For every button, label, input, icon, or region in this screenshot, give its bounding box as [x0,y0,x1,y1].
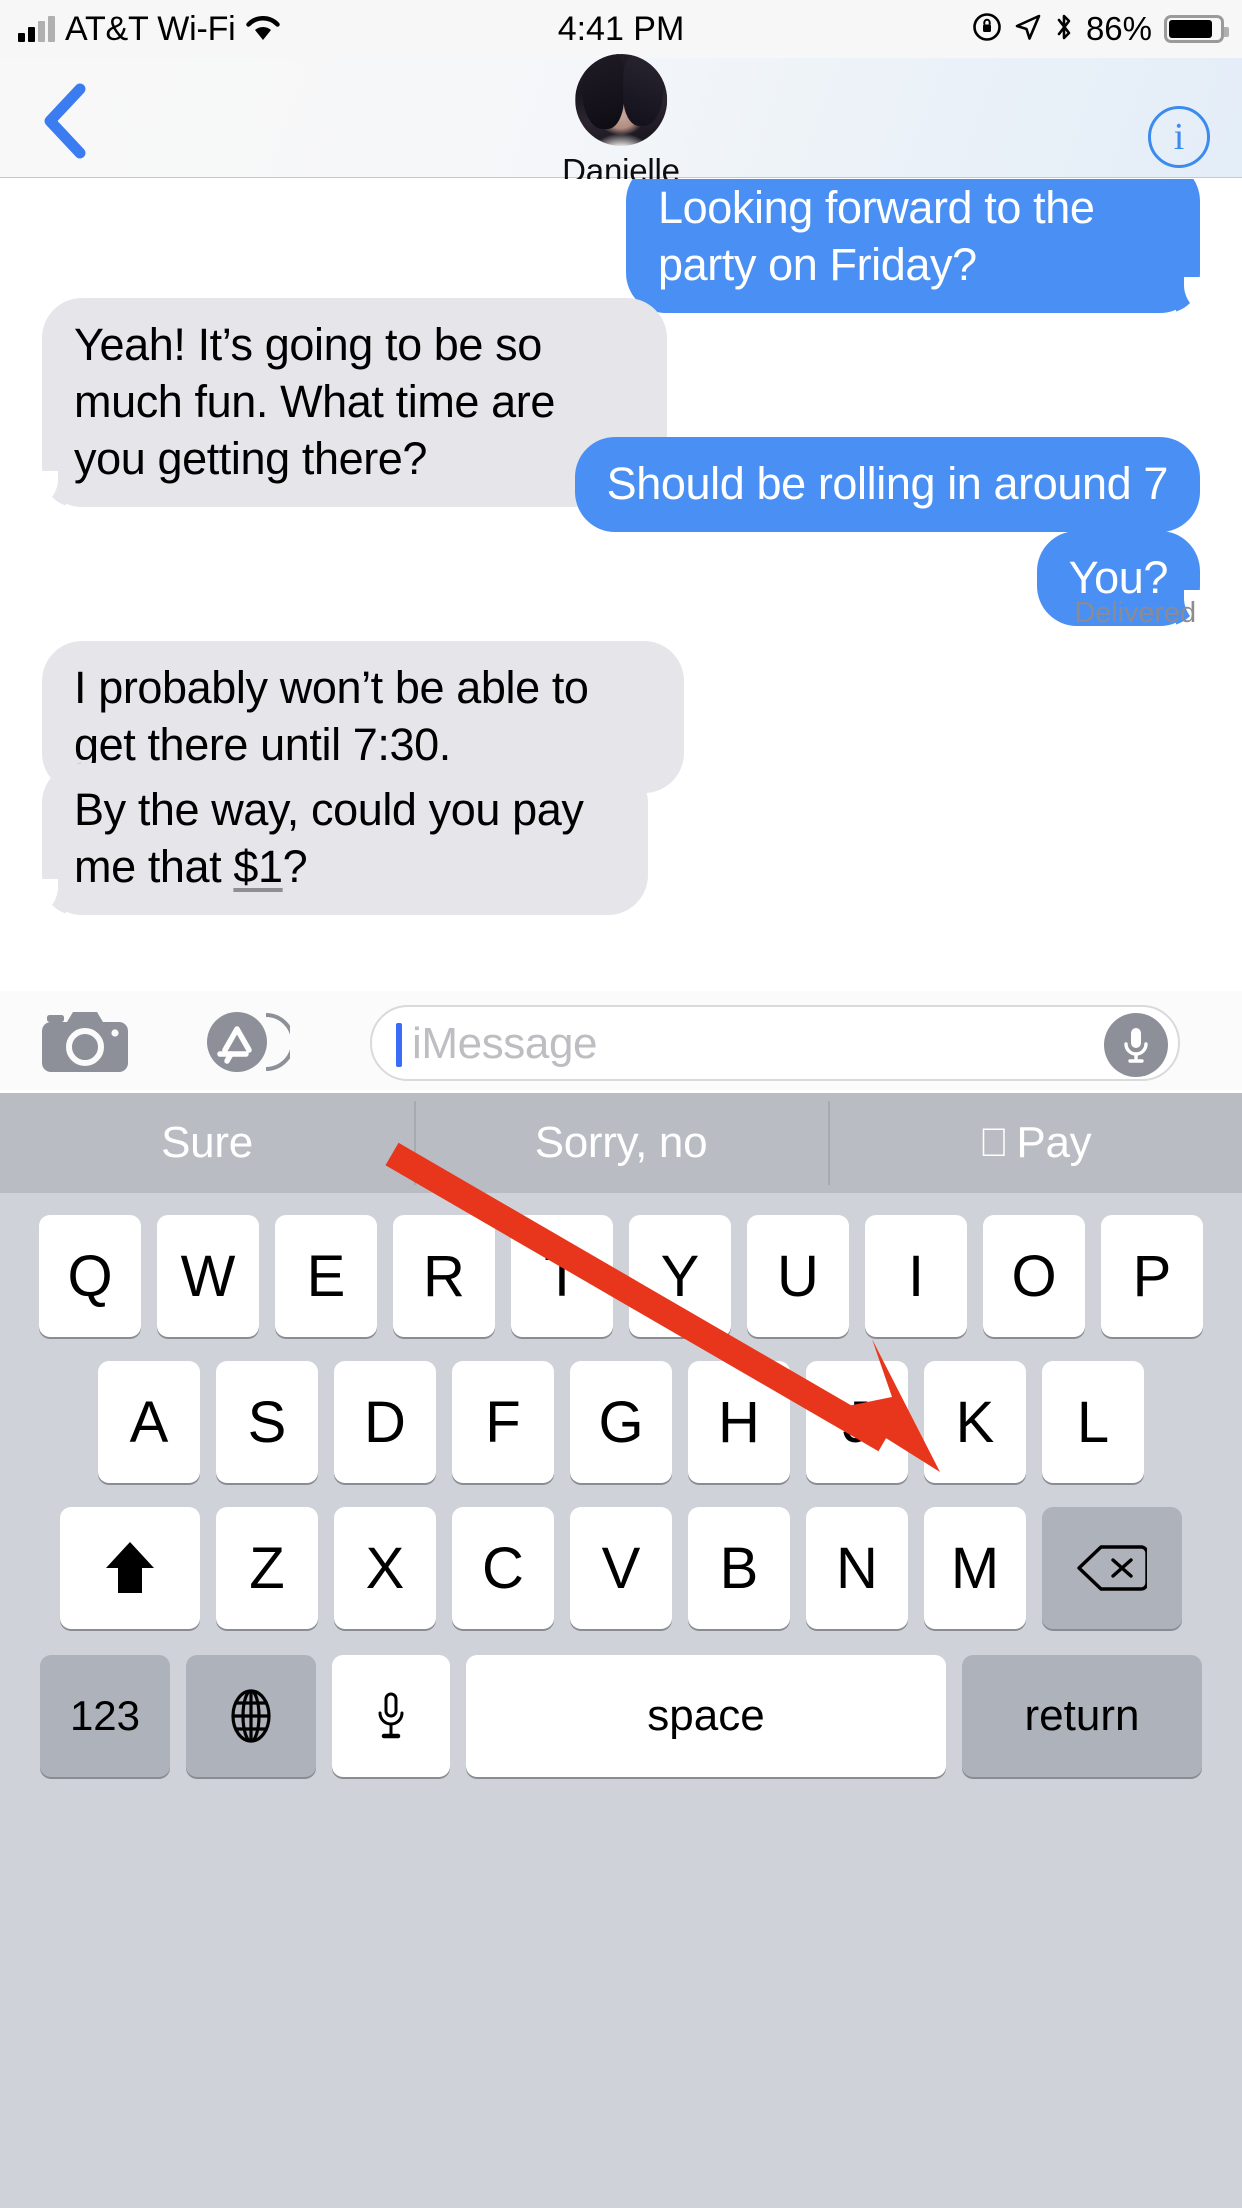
keyboard-row-3: Z X C V B N M [0,1507,1242,1629]
clock-label: 4:41 PM [557,9,685,48]
dictation-button[interactable] [1104,1013,1168,1077]
info-icon-label: i [1173,116,1185,158]
message-bubble-sent[interactable]: Looking forward to the party on Friday? [626,179,1214,313]
key-n[interactable]: N [806,1507,908,1629]
camera-button[interactable] [38,1007,132,1077]
key-p[interactable]: P [1101,1215,1203,1337]
suggestion-label: Sure [161,1118,253,1167]
predictive-suggestion-bar: Sure Sorry, no  Pay [0,1093,1242,1193]
delete-backspace-icon [1077,1545,1147,1591]
key-space[interactable]: space [466,1655,946,1777]
microphone-icon [378,1692,404,1739]
message-bubble-sent[interactable]: Should be rolling in around 7 [574,437,1200,532]
message-bubble-received[interactable]: By the way, could you pay me that $1? [28,763,648,915]
data-detector-link[interactable]: $1 [233,841,283,892]
conversation-header: Danielle i [0,54,1242,189]
contact-header-block[interactable]: Danielle [562,54,680,190]
bubble-tail [28,879,66,915]
message-row-received[interactable]: By the way, could you pay me that $1? [28,763,648,915]
key-s[interactable]: S [216,1361,318,1483]
message-bubble-received[interactable]: Yeah! It’s going to be so much fun. What… [28,298,667,507]
key-k[interactable]: K [924,1361,1026,1483]
globe-icon [231,1689,271,1743]
bluetooth-icon [1054,12,1074,47]
key-c[interactable]: C [452,1507,554,1629]
key-w[interactable]: W [157,1215,259,1337]
message-input-toolbar: iMessage [0,990,1242,1090]
key-q[interactable]: Q [39,1215,141,1337]
key-y[interactable]: Y [629,1215,731,1337]
key-v[interactable]: V [570,1507,672,1629]
status-bar-right: 86% [972,0,1229,58]
status-bar: AT&T Wi-Fi 4:41 PM 86% [0,0,1242,58]
message-text: Looking forward to the party on Friday? [658,182,1095,290]
key-numbers[interactable]: 123 [40,1655,170,1777]
key-t[interactable]: T [511,1215,613,1337]
key-e[interactable]: E [275,1215,377,1337]
app-store-icon [207,1012,290,1072]
key-m[interactable]: M [924,1507,1026,1629]
back-chevron-icon [44,83,86,159]
battery-percent-label: 86% [1085,10,1152,47]
camera-icon [42,1012,128,1072]
rotation-lock-icon [972,12,1002,47]
suggestion-apple-pay[interactable]:  Pay [828,1093,1242,1193]
key-z[interactable]: Z [216,1507,318,1629]
suggestion-sure[interactable]: Sure [0,1093,414,1193]
app-store-button[interactable] [200,1009,290,1075]
shift-arrow-icon [106,1542,154,1593]
apple-logo-icon:  [979,1123,1009,1163]
back-button[interactable] [24,83,104,159]
suggestion-sorry-no[interactable]: Sorry, no [414,1093,828,1193]
microphone-icon [1124,1028,1148,1063]
key-l[interactable]: L [1042,1361,1144,1483]
message-row-sent[interactable]: Looking forward to the party on Friday? [626,179,1214,313]
info-button[interactable]: i [1148,106,1210,168]
keyboard-row-2: A S D F G H J K L [0,1361,1242,1483]
message-list[interactable]: Looking forward to the party on Friday? … [0,179,1242,990]
message-text-prefix: By the way, could you pay me that [74,784,584,892]
message-input-placeholder: iMessage [412,1019,598,1068]
key-r[interactable]: R [393,1215,495,1337]
message-text-suffix: ? [282,841,308,892]
onscreen-keyboard: Q W E R T Y U I O P A S D F G H J K L Z … [0,1193,1242,2208]
key-g[interactable]: G [570,1361,672,1483]
suggestion-label: Pay [1001,1118,1091,1167]
message-text: You? [1068,552,1169,603]
suggestion-label: Sorry, no [534,1118,708,1167]
key-return[interactable]: return [962,1655,1202,1777]
key-a[interactable]: A [98,1361,200,1483]
message-row-sent[interactable]: Should be rolling in around 7 [574,437,1200,532]
battery-icon [1164,15,1229,43]
key-b[interactable]: B [688,1507,790,1629]
key-f[interactable]: F [452,1361,554,1483]
key-i[interactable]: I [865,1215,967,1337]
key-u[interactable]: U [747,1215,849,1337]
location-arrow-icon [1014,13,1042,46]
message-text: Should be rolling in around 7 [606,458,1169,509]
bubble-tail [1176,277,1214,313]
bubble-tail [28,471,66,507]
message-text: Yeah! It’s going to be so much fun. What… [74,319,555,484]
delivery-status-label: Delivered [1074,597,1196,629]
key-shift[interactable] [60,1507,200,1629]
key-delete[interactable] [1042,1507,1182,1629]
message-row-received[interactable]: Yeah! It’s going to be so much fun. What… [28,298,667,507]
text-cursor [396,1023,402,1067]
key-d[interactable]: D [334,1361,436,1483]
keyboard-row-1: Q W E R T Y U I O P [0,1215,1242,1337]
key-x[interactable]: X [334,1507,436,1629]
key-j[interactable]: J [806,1361,908,1483]
message-input-field[interactable]: iMessage [370,1005,1180,1081]
key-h[interactable]: H [688,1361,790,1483]
key-globe[interactable] [186,1655,316,1777]
key-o[interactable]: O [983,1215,1085,1337]
keyboard-row-4: 123 space return [0,1655,1242,1777]
key-dictation[interactable] [332,1655,450,1777]
avatar[interactable] [574,54,667,146]
